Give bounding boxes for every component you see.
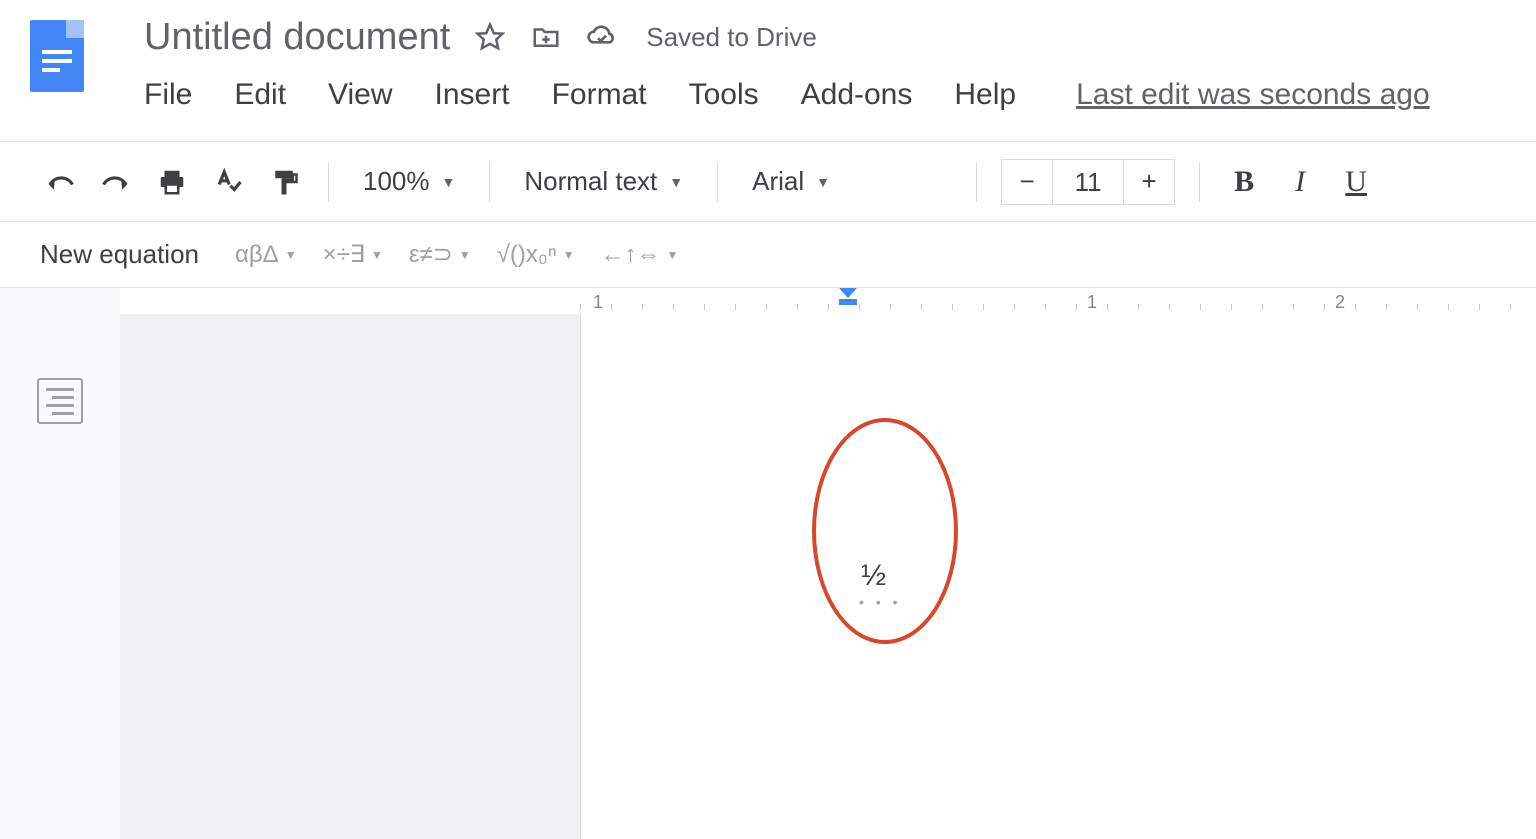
main-toolbar: 100% ▼ Normal text ▼ Arial ▼ − 11 + B I … <box>0 142 1536 222</box>
star-icon[interactable] <box>474 21 506 53</box>
workspace: 1123 ½ • • • <box>0 288 1536 839</box>
print-button[interactable] <box>152 162 192 202</box>
paragraph-style-value: Normal text <box>524 166 657 197</box>
font-size-decrease-button[interactable]: − <box>1002 160 1053 204</box>
ruler[interactable]: 1123 <box>120 288 1536 315</box>
document-outline-button[interactable] <box>37 378 83 424</box>
caret-down-icon: ▼ <box>669 174 683 190</box>
save-status: Saved to Drive <box>646 22 817 53</box>
underline-button[interactable]: U <box>1336 162 1376 202</box>
document-area: 1123 ½ • • • <box>120 288 1536 839</box>
undo-button[interactable] <box>40 162 80 202</box>
eq-relations-dropdown[interactable]: ε≠⊃▼ <box>409 240 471 269</box>
docs-logo-icon[interactable] <box>30 20 84 92</box>
caret-down-icon: ▼ <box>459 248 471 262</box>
redo-button[interactable] <box>96 162 136 202</box>
outline-rail <box>0 288 120 839</box>
menu-tools[interactable]: Tools <box>689 78 759 112</box>
title-row: Untitled document Saved to Drive <box>144 18 1430 56</box>
menu-bar: File Edit View Insert Format Tools Add-o… <box>144 78 1430 112</box>
caret-down-icon: ▼ <box>371 248 383 262</box>
eq-operators-dropdown[interactable]: ×÷∃▼ <box>323 240 383 269</box>
eq-math-dropdown[interactable]: √()x₀ⁿ▼ <box>497 241 575 269</box>
caret-down-icon: ▼ <box>563 248 575 262</box>
header: Untitled document Saved to Drive File Ed… <box>0 0 1536 142</box>
paint-format-button[interactable] <box>264 162 304 202</box>
paragraph-style-select[interactable]: Normal text ▼ <box>514 166 693 197</box>
ruler-number: 1 <box>1087 292 1097 313</box>
caret-down-icon: ▼ <box>667 248 679 262</box>
bold-button[interactable]: B <box>1224 162 1264 202</box>
spellcheck-button[interactable] <box>208 162 248 202</box>
menu-help[interactable]: Help <box>954 78 1016 112</box>
font-family-value: Arial <box>752 166 804 197</box>
indent-marker[interactable] <box>839 288 857 305</box>
toolbar-separator <box>717 162 718 202</box>
equation-toolbar: New equation αβΔ▼ ×÷∃▼ ε≠⊃▼ √()x₀ⁿ▼ ←↑⇔▼ <box>0 222 1536 288</box>
font-family-select[interactable]: Arial ▼ <box>742 166 952 197</box>
menu-addons[interactable]: Add-ons <box>801 78 913 112</box>
last-edit-link[interactable]: Last edit was seconds ago <box>1076 78 1430 112</box>
toolbar-separator <box>1199 162 1200 202</box>
menu-view[interactable]: View <box>328 78 392 112</box>
caret-down-icon: ▼ <box>285 248 297 262</box>
caret-down-icon: ▼ <box>442 174 456 190</box>
equation-handle[interactable]: • • • <box>859 594 901 610</box>
toolbar-separator <box>976 162 977 202</box>
title-area: Untitled document Saved to Drive File Ed… <box>144 18 1430 112</box>
page-gutter <box>120 314 580 839</box>
menu-edit[interactable]: Edit <box>234 78 286 112</box>
cloud-saved-icon[interactable] <box>586 21 618 53</box>
font-size-stepper: − 11 + <box>1001 159 1175 205</box>
font-size-increase-button[interactable]: + <box>1124 160 1174 204</box>
ruler-number: 2 <box>1335 292 1345 313</box>
move-folder-icon[interactable] <box>530 21 562 53</box>
menu-insert[interactable]: Insert <box>435 78 510 112</box>
italic-button[interactable]: I <box>1280 162 1320 202</box>
menu-format[interactable]: Format <box>552 78 647 112</box>
caret-down-icon: ▼ <box>816 174 830 190</box>
toolbar-separator <box>489 162 490 202</box>
new-equation-button[interactable]: New equation <box>40 239 199 270</box>
zoom-select[interactable]: 100% ▼ <box>353 166 465 197</box>
page[interactable]: ½ • • • <box>580 314 1536 839</box>
eq-greek-dropdown[interactable]: αβΔ▼ <box>235 241 297 269</box>
toolbar-separator <box>328 162 329 202</box>
menu-file[interactable]: File <box>144 78 192 112</box>
equation-fraction[interactable]: ½ <box>861 559 886 593</box>
ruler-number: 1 <box>593 292 603 313</box>
font-size-value[interactable]: 11 <box>1053 160 1124 204</box>
document-title[interactable]: Untitled document <box>144 18 450 56</box>
eq-arrows-dropdown[interactable]: ←↑⇔▼ <box>601 241 679 269</box>
zoom-value: 100% <box>363 166 430 197</box>
